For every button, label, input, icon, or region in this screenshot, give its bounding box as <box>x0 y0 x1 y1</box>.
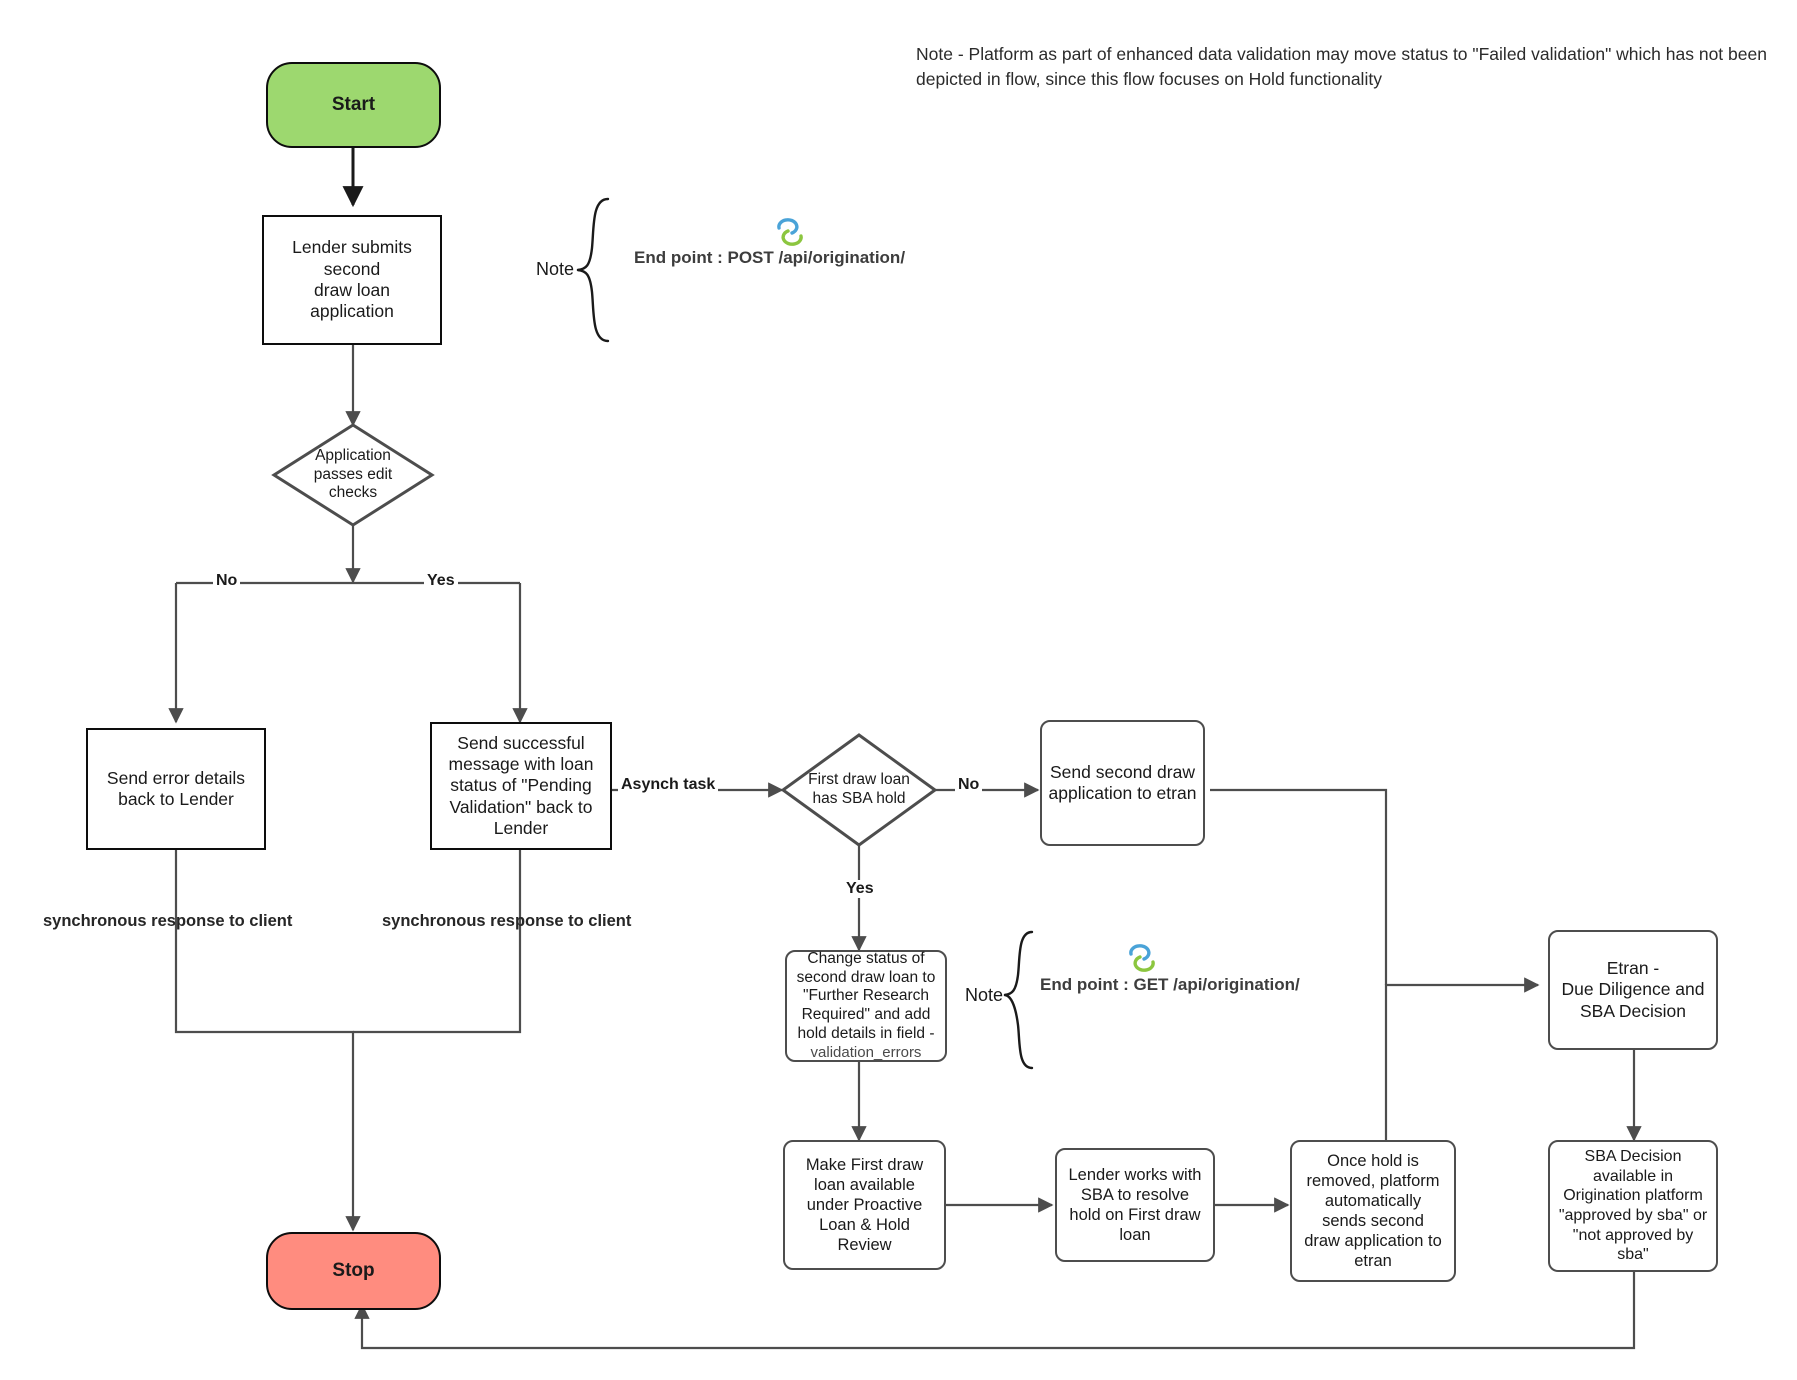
note-brace-1 <box>576 197 610 343</box>
process-send-error-details[interactable]: Send error details back to Lender <box>86 728 266 850</box>
process-lender-works-with-sba[interactable]: Lender works with SBA to resolve hold on… <box>1055 1148 1215 1262</box>
note-brace-2 <box>1003 930 1034 1070</box>
edge-label-yes-sbahold: Yes <box>843 880 877 898</box>
top-note-text: Note - Platform as part of enhanced data… <box>916 44 1767 90</box>
edge-holdremoved-to-etran <box>1384 977 1540 1140</box>
edge-label-no-editchecks: No <box>213 572 241 590</box>
start-terminator[interactable]: Start <box>266 62 441 148</box>
proactive-review-label: Make First draw loan available under Pro… <box>805 1155 924 1255</box>
edge-sbadecision-to-stop <box>354 1272 1636 1350</box>
edge-success-to-merge <box>353 850 522 1034</box>
sba-decision-label: SBA Decision available in Origination pl… <box>1558 1148 1708 1264</box>
decision-first-draw-loan-has-sba-hold[interactable]: First draw loan has SBA hold <box>783 735 935 845</box>
lender-works-label: Lender works with SBA to resolve hold on… <box>1068 1165 1202 1245</box>
process-send-second-draw-to-etran[interactable]: Send second draw application to etran <box>1040 720 1205 846</box>
process-lender-submits[interactable]: Lender submits second draw loan applicat… <box>262 215 442 345</box>
process-change-status-second-draw[interactable]: Change status of second draw loan to "Fu… <box>785 950 947 1062</box>
edit-checks-label: Application passes edit checks <box>313 446 393 502</box>
edge-error-to-stop <box>174 850 361 1232</box>
change-status-field-label: validation_errors <box>810 1044 922 1062</box>
note-label-1: Note <box>536 259 575 279</box>
process-etran-due-diligence[interactable]: Etran - Due Diligence and SBA Decision <box>1548 930 1718 1050</box>
send-success-label: Send successful message with loan status… <box>448 732 594 839</box>
link-icon-2 <box>1129 944 1155 972</box>
change-status-label: Change status of second draw loan to "Fu… <box>796 949 936 1043</box>
send-error-label: Send error details back to Lender <box>106 767 246 809</box>
edge-sendetran-to-etran <box>1210 788 1388 985</box>
link-icon-1 <box>777 218 803 246</box>
send-etran-label: Send second draw application to etran <box>1048 761 1197 803</box>
stop-terminator[interactable]: Stop <box>266 1232 441 1310</box>
label-synchronous-response-right: synchronous response to client <box>382 912 632 930</box>
flowchart-canvas: Note - Platform as part of enhanced data… <box>0 0 1797 1380</box>
sba-hold-label: First draw loan has SBA hold <box>808 771 910 807</box>
label-synchronous-response-left: synchronous response to client <box>43 912 293 930</box>
decision-application-passes-edit-checks[interactable]: Application passes edit checks <box>274 425 432 525</box>
hold-removed-label: Once hold is removed, platform automatic… <box>1304 1151 1442 1271</box>
endpoint-label-get: End point : GET /api/origination/ <box>1040 975 1300 994</box>
edge-label-asynch-task: Asynch task <box>618 776 719 794</box>
lender-submits-label: Lender submits second draw loan applicat… <box>292 237 412 322</box>
edge-label-yes-editchecks: Yes <box>424 572 458 590</box>
process-send-successful-message[interactable]: Send successful message with loan status… <box>430 722 612 850</box>
stop-label: Stop <box>332 1260 375 1282</box>
process-sba-decision-available[interactable]: SBA Decision available in Origination pl… <box>1548 1140 1718 1272</box>
etran-dd-label: Etran - Due Diligence and SBA Decision <box>1561 957 1705 1021</box>
process-proactive-loan-hold-review[interactable]: Make First draw loan available under Pro… <box>783 1140 946 1270</box>
note-label-2: Note <box>965 985 1004 1005</box>
edge-label-no-sbahold: No <box>955 776 983 794</box>
process-once-hold-removed[interactable]: Once hold is removed, platform automatic… <box>1290 1140 1456 1282</box>
start-label: Start <box>331 94 376 116</box>
endpoint-label-post: End point : POST /api/origination/ <box>634 248 906 267</box>
